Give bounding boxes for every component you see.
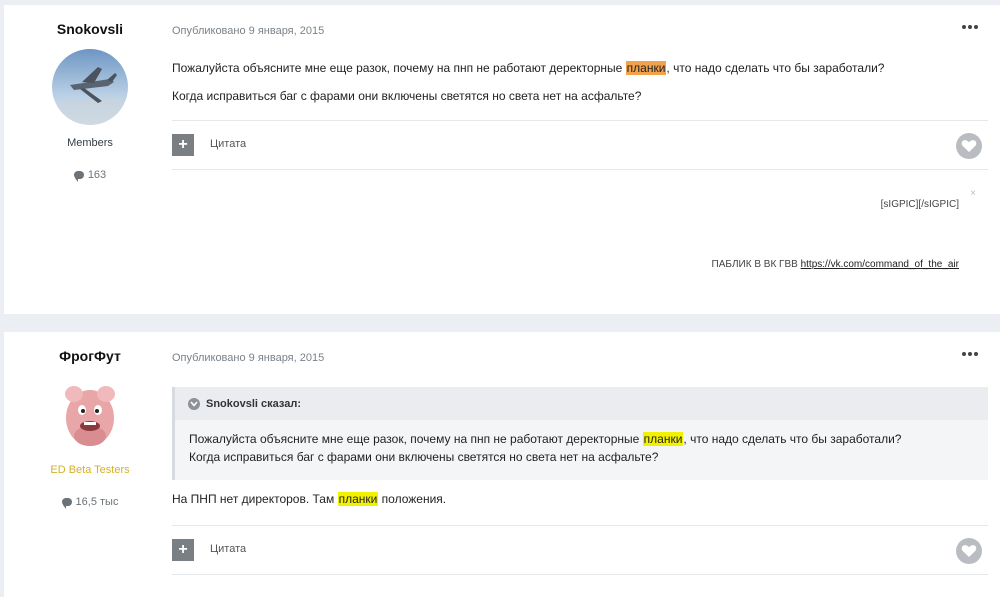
divider [172,574,988,575]
dot-icon [968,352,972,356]
post-text-line: На ПНП нет директоров. Там планки положе… [172,490,446,508]
divider [172,525,988,526]
quote-author: Snokovsli сказал: [206,397,301,410]
text-segment: положения. [378,492,447,506]
chevron-down-icon[interactable] [188,397,200,410]
dot-icon [974,352,978,356]
post-date[interactable]: Опубликовано 9 января, 2015 [172,352,324,364]
post-menu-button[interactable] [962,25,978,29]
like-button[interactable] [956,133,982,159]
post-actions: + Цитата [172,538,988,564]
multiquote-button[interactable]: + [172,539,194,561]
signature-line: ПАБЛИК В ВК ГВВ https://vk.com/command_o… [712,259,959,270]
signature-label: ПАБЛИК В ВК ГВВ [711,259,798,270]
post: Snokovsli Members 163 Опубликовано 9 янв… [4,5,1000,314]
text-segment: На ПНП нет директоров. Там [172,492,338,506]
quote-line: Пожалуйста объясните мне еще разок, поче… [189,430,988,448]
heart-icon [961,140,977,152]
dot-icon [968,25,972,29]
post-count-value: 163 [87,169,107,181]
author-panel: ФрогФут ED Beta Testers 16,5 тыс [4,332,176,509]
signature-link[interactable]: https://vk.com/command_of_the_air [801,259,959,270]
heart-icon [961,545,977,557]
avatar[interactable] [52,376,128,452]
comment-icon [73,171,84,182]
post-count[interactable]: 16,5 тыс [4,496,176,509]
quote-body: Пожалуйста объясните мне еще разок, поче… [175,420,988,466]
post-date[interactable]: Опубликовано 9 января, 2015 [172,25,324,37]
post-count-value: 16,5 тыс [75,496,119,508]
post-text-line: Когда исправиться баг с фарами они включ… [172,89,642,103]
dot-icon [962,25,966,29]
post-count[interactable]: 163 [4,169,176,182]
member-group: ED Beta Testers [50,464,130,476]
quote-header[interactable]: Snokovsli сказал: [175,387,988,420]
post-menu-button[interactable] [962,352,978,356]
divider [172,120,988,121]
post-text-line: Пожалуйста объясните мне еще разок, поче… [172,59,884,77]
search-highlight: планки [625,61,667,75]
text-segment: , что надо сделать что бы заработали? [683,432,902,446]
author-name[interactable]: ФрогФут [4,348,176,364]
signature-image-tag: [sIGPIC][/sIGPIC] [880,199,959,210]
quote-line: Когда исправиться баг с фарами они включ… [189,450,659,464]
text-segment: , что надо сделать что бы заработали? [666,61,885,75]
quote-button[interactable]: Цитата [210,543,246,555]
like-button[interactable] [956,538,982,564]
search-highlight: планки [642,432,684,446]
signature-close-icon[interactable]: × [970,188,976,199]
author-name[interactable]: Snokovsli [4,21,176,37]
quote-button[interactable]: Цитата [210,138,246,150]
dot-icon [974,25,978,29]
post-actions: + Цитата [172,133,988,159]
dot-icon [962,352,966,356]
quote-block: Snokovsli сказал: Пожалуйста объясните м… [172,387,988,480]
member-group: Members [67,137,113,149]
search-highlight: планки [337,492,379,506]
author-panel: Snokovsli Members 163 [4,5,176,182]
divider [172,169,988,170]
avatar[interactable] [52,49,128,125]
text-segment: Пожалуйста объясните мне еще разок, поче… [172,61,626,75]
text-segment: Пожалуйста объясните мне еще разок, поче… [189,432,643,446]
multiquote-button[interactable]: + [172,134,194,156]
comment-icon [61,498,72,509]
post: ФрогФут ED Beta Testers 16,5 тыс Опублик… [4,332,1000,597]
